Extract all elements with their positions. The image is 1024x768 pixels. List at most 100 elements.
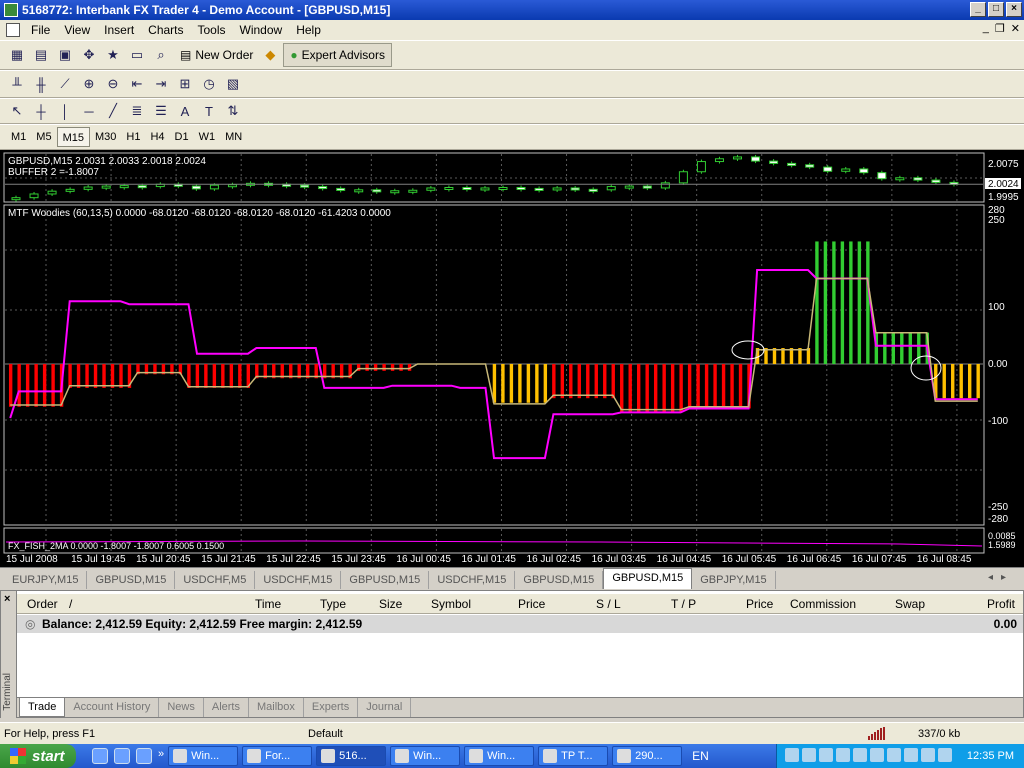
chart-tab-usdchf-m15[interactable]: USDCHF,M15 [429, 571, 516, 589]
menu-tools[interactable]: Tools [191, 23, 233, 37]
timeframe-d1[interactable]: D1 [170, 127, 194, 147]
new-chart-icon[interactable]: ▦ [6, 44, 28, 66]
terminal-close-icon[interactable]: × [4, 593, 10, 605]
tray-icon[interactable] [785, 748, 799, 762]
navigator-icon[interactable]: ✥ [78, 44, 100, 66]
text-icon[interactable]: A [174, 100, 196, 122]
taskbar-item-active[interactable]: 516... [316, 746, 387, 766]
crosshair-icon[interactable]: ┼ [30, 100, 52, 122]
col-sl[interactable]: S / L [596, 597, 621, 611]
col-order[interactable]: Order [27, 597, 58, 611]
col-price[interactable]: Price [518, 597, 545, 611]
menu-window[interactable]: Window [233, 23, 290, 37]
taskbar-item[interactable]: TP T... [538, 746, 609, 766]
chart-tab-gbpusd-m15[interactable]: GBPUSD,M15 [341, 571, 430, 589]
terminal-tab-mailbox[interactable]: Mailbox [249, 698, 304, 717]
market-watch-icon[interactable]: ▣ [54, 44, 76, 66]
strategy-tester-icon[interactable]: ⌕ [150, 44, 172, 66]
taskbar-item[interactable]: Win... [390, 746, 461, 766]
quick-launch-more-icon[interactable]: » [158, 748, 164, 764]
chart-tab-usdchf-m15[interactable]: USDCHF,M15 [255, 571, 342, 589]
tray-icon[interactable] [819, 748, 833, 762]
chart-shift-icon[interactable]: ⇥ [150, 73, 172, 95]
close-button[interactable]: × [1006, 2, 1022, 17]
timeframe-m30[interactable]: M30 [90, 127, 121, 147]
minimize-button[interactable]: _ [970, 2, 986, 17]
favorites-icon[interactable]: ★ [102, 44, 124, 66]
zoom-out-icon[interactable]: ⊖ [102, 73, 124, 95]
tray-icon[interactable] [836, 748, 850, 762]
profiles-icon[interactable]: ▤ [30, 44, 52, 66]
tray-icon[interactable] [904, 748, 918, 762]
metaeditor-icon[interactable]: ◆ [259, 44, 281, 66]
horizontal-line-icon[interactable]: ─ [78, 100, 100, 122]
quick-launch-icon[interactable] [92, 748, 108, 764]
tab-scroll-arrows[interactable]: ◂▸ [988, 572, 1014, 583]
templates-icon[interactable]: ▧ [222, 73, 244, 95]
terminal-tab-news[interactable]: News [159, 698, 204, 717]
col-tp[interactable]: T / P [671, 597, 696, 611]
terminal-icon[interactable]: ▭ [126, 44, 148, 66]
bar-chart-icon[interactable]: ╨ [6, 73, 28, 95]
menu-file[interactable]: File [24, 23, 57, 37]
menu-insert[interactable]: Insert [97, 23, 141, 37]
tray-icon[interactable] [853, 748, 867, 762]
tray-icon[interactable] [887, 748, 901, 762]
tray-icon[interactable] [870, 748, 884, 762]
terminal-tab-alerts[interactable]: Alerts [204, 698, 249, 717]
menu-view[interactable]: View [57, 23, 97, 37]
chart-tab-gbpusd-m15-active[interactable]: GBPUSD,M15 [603, 568, 693, 589]
taskbar-item[interactable]: Win... [464, 746, 535, 766]
col-type[interactable]: Type [320, 597, 346, 611]
line-chart-icon[interactable]: ⟋ [54, 73, 76, 95]
mdi-close-button[interactable]: ✕ [1011, 22, 1020, 35]
fibonacci-icon[interactable]: ☰ [150, 100, 172, 122]
timeframe-h1[interactable]: H1 [121, 127, 145, 147]
quick-launch-icon[interactable] [114, 748, 130, 764]
timeframe-m5[interactable]: M5 [31, 127, 56, 147]
taskbar-item[interactable]: 290... [612, 746, 683, 766]
periods-icon[interactable]: ◷ [198, 73, 220, 95]
col-size[interactable]: Size [379, 597, 402, 611]
col-commission[interactable]: Commission [790, 597, 856, 611]
mdi-restore-button[interactable]: ❐ [995, 22, 1005, 35]
channel-icon[interactable]: ≣ [126, 100, 148, 122]
timeframe-h4[interactable]: H4 [145, 127, 169, 147]
chart-tab-gbpusd-m15[interactable]: GBPUSD,M15 [87, 571, 176, 589]
terminal-tab-trade[interactable]: Trade [19, 698, 66, 717]
terminal-tab-experts[interactable]: Experts [304, 698, 359, 717]
cursor-icon[interactable]: ↖ [6, 100, 28, 122]
new-order-button[interactable]: ▤ New Order [174, 43, 259, 67]
taskbar-item[interactable]: For... [242, 746, 313, 766]
vertical-line-icon[interactable]: │ [54, 100, 76, 122]
timeframe-w1[interactable]: W1 [194, 127, 221, 147]
text-label-icon[interactable]: T [198, 100, 220, 122]
balance-row[interactable]: ◎ Balance: 2,412.59 Equity: 2,412.59 Fre… [17, 615, 1023, 633]
chart-area[interactable]: GBPUSD,M15 2.0031 2.0033 2.0018 2.0024 B… [0, 150, 1024, 567]
terminal-tab-journal[interactable]: Journal [358, 698, 412, 717]
col-time[interactable]: Time [255, 597, 281, 611]
start-button[interactable]: start [0, 744, 76, 768]
indicators-icon[interactable]: ⊞ [174, 73, 196, 95]
timeframe-m1[interactable]: M1 [6, 127, 31, 147]
timeframe-mn[interactable]: MN [220, 127, 247, 147]
chart-tab-gbpjpy-m15[interactable]: GBPJPY,M15 [692, 571, 776, 589]
quick-launch-icon[interactable] [136, 748, 152, 764]
language-indicator[interactable]: EN [692, 749, 709, 763]
auto-scroll-icon[interactable]: ⇤ [126, 73, 148, 95]
mdi-minimize-button[interactable]: _ [983, 22, 989, 35]
candlestick-icon[interactable]: ╫ [30, 73, 52, 95]
chart-tab-usdchf-m5[interactable]: USDCHF,M5 [175, 571, 256, 589]
arrows-icon[interactable]: ⇅ [222, 100, 244, 122]
chart-tab-gbpusd-m15[interactable]: GBPUSD,M15 [515, 571, 604, 589]
col-profit[interactable]: Profit [987, 597, 1015, 611]
zoom-in-icon[interactable]: ⊕ [78, 73, 100, 95]
maximize-button[interactable]: □ [988, 2, 1004, 17]
tray-icon[interactable] [938, 748, 952, 762]
col-current-price[interactable]: Price [746, 597, 773, 611]
timeframe-m15[interactable]: M15 [56, 127, 90, 147]
tray-icon[interactable] [802, 748, 816, 762]
chart-tab-eurjpy-m15[interactable]: EURJPY,M15 [4, 571, 88, 589]
chart-canvas[interactable]: GBPUSD,M15 2.0031 2.0033 2.0018 2.0024 B… [0, 150, 1024, 567]
terminal-tab-account-history[interactable]: Account History [65, 698, 160, 717]
